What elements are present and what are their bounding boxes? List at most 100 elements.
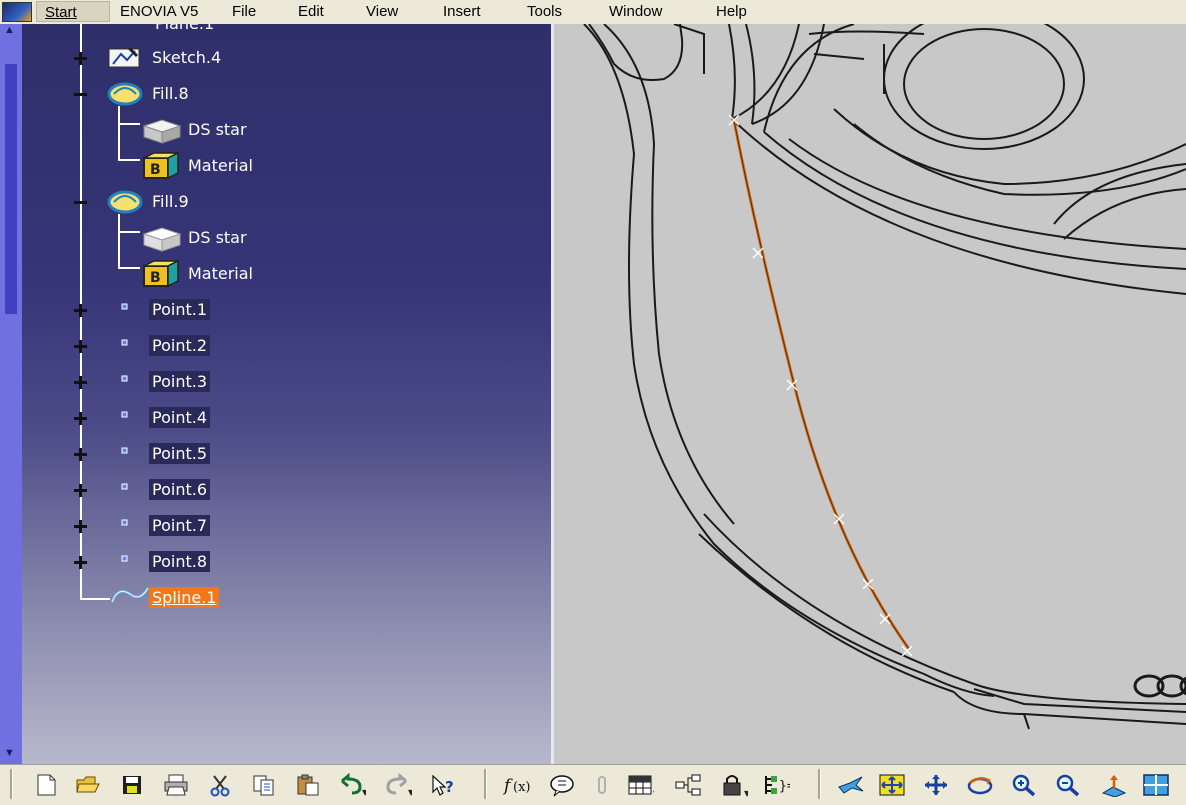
material-icon: B [143,152,179,180]
car-wireframe-drawing [583,24,1186,730]
menu-edit[interactable]: Edit [298,3,324,20]
copy-icon[interactable] [250,771,278,799]
tree-node-sketch[interactable]: Sketch.4 [0,46,551,70]
save-icon[interactable] [118,771,146,799]
tree-node-label: Point.4 [149,407,210,428]
redo-icon[interactable]: ▼ [384,771,412,799]
print-icon[interactable] [162,771,190,799]
tree-node-fill8[interactable]: Fill.8 [0,82,551,106]
tree-node-point[interactable]: Point.7 [0,514,551,538]
point-icon [121,303,128,310]
new-icon[interactable] [32,771,60,799]
open-icon[interactable] [74,771,102,799]
svg-text:?: ? [445,778,454,796]
links-icon[interactable] [674,771,702,799]
whats-this-icon[interactable]: ? [430,771,458,799]
scroll-thumb[interactable] [5,64,17,314]
tree-node-point[interactable]: Point.4 [0,406,551,430]
scroll-up-icon[interactable]: ▲ [4,24,15,36]
scroll-down-icon[interactable]: ▼ [4,747,15,759]
formula-icon[interactable]: f (x) [503,771,531,799]
tree-node-label: Fill.8 [152,84,189,103]
point-icon [121,375,128,382]
ds-star-cube-icon [142,227,182,252]
expand-plus-icon[interactable] [74,448,87,461]
tree-node-plane[interactable]: Plane.1 [0,24,551,36]
point-icon [121,555,128,562]
spline-curve[interactable] [732,119,911,650]
expand-plus-icon[interactable] [74,520,87,533]
catia-logo-icon[interactable] [2,2,32,22]
svg-text:B: B [150,162,161,178]
tree-node-label: Material [188,156,253,175]
zoom-out-icon[interactable] [1054,771,1082,799]
rotate-icon[interactable] [966,771,994,799]
tree-node-point[interactable]: Point.6 [0,478,551,502]
tree-node-label: DS star [188,120,247,139]
menu-view[interactable]: View [366,3,398,20]
tree-node-fill9[interactable]: Fill.9 [0,190,551,214]
multi-view-icon[interactable] [1142,771,1170,799]
tree-node-label: Point.1 [149,299,210,320]
expand-plus-icon[interactable] [74,484,87,497]
expand-plus-icon[interactable] [74,340,87,353]
disabled-tool-icon[interactable] [588,771,616,799]
lock-icon[interactable]: ▼ [720,771,748,799]
svg-text:(x): (x) [513,780,530,795]
parameters-icon[interactable]: }= [762,771,790,799]
table-icon[interactable]: ▼ [626,771,654,799]
tree-node-label: Plane.1 [152,24,217,34]
paste-icon[interactable] [294,771,322,799]
spline-icon [110,587,150,603]
tree-node-ds-star[interactable]: DS star [0,226,551,252]
fit-all-icon[interactable] [878,771,906,799]
tree-node-ds-star[interactable]: DS star [0,118,551,144]
tree-node-point[interactable]: Point.5 [0,442,551,466]
expand-plus-icon[interactable] [74,412,87,425]
3d-viewport[interactable] [554,24,1186,764]
tree-node-spline[interactable]: Spline.1 [0,586,551,610]
menu-enovia[interactable]: ENOVIA V5 [120,3,198,20]
tree-node-point[interactable]: Point.3 [0,370,551,394]
tree-node-label: DS star [188,228,247,247]
tree-node-label: Point.5 [149,443,210,464]
knowledge-icon[interactable] [548,771,576,799]
collapse-minus-icon[interactable] [74,196,87,209]
tree-node-label: Material [188,264,253,283]
zoom-in-icon[interactable] [1010,771,1038,799]
sketch-icon [108,46,140,68]
fly-icon[interactable] [836,771,864,799]
menu-insert[interactable]: Insert [443,3,481,20]
tree-node-point[interactable]: Point.2 [0,334,551,358]
tree-node-point[interactable]: Point.8 [0,550,551,574]
expand-plus-icon[interactable] [74,376,87,389]
menu-window[interactable]: Window [609,3,662,20]
spline-point-markers [728,114,913,657]
svg-text:▼: ▼ [408,788,412,797]
svg-text:}=: }= [779,779,790,794]
tree-node-material[interactable]: B Material [0,260,551,288]
svg-text:▼: ▼ [362,788,366,797]
menu-help[interactable]: Help [716,3,747,20]
ds-star-cube-icon [142,119,182,144]
tree-node-point[interactable]: Point.1 [0,298,551,322]
menu-tools[interactable]: Tools [527,3,562,20]
tree-scrollbar[interactable]: ▲ ▼ [0,24,22,764]
svg-text:▼: ▼ [744,789,748,797]
menu-start[interactable]: Start [36,1,110,22]
pan-icon[interactable] [922,771,950,799]
collapse-minus-icon[interactable] [74,88,87,101]
menu-file[interactable]: File [232,3,256,20]
tree-node-label: Sketch.4 [152,48,222,67]
cut-icon[interactable] [206,771,234,799]
tree-node-material[interactable]: B Material [0,152,551,180]
expand-plus-icon[interactable] [74,556,87,569]
normal-view-icon[interactable] [1100,771,1128,799]
point-icon [121,519,128,526]
logo-rings [1133,674,1186,698]
svg-text:▼: ▼ [653,789,654,797]
expand-plus-icon[interactable] [74,304,87,317]
bottom-toolbar: ▼ ▼ ? f(x) ▼ ▼ }= [0,764,1186,805]
expand-plus-icon[interactable] [74,52,87,65]
undo-icon[interactable]: ▼ [338,771,366,799]
